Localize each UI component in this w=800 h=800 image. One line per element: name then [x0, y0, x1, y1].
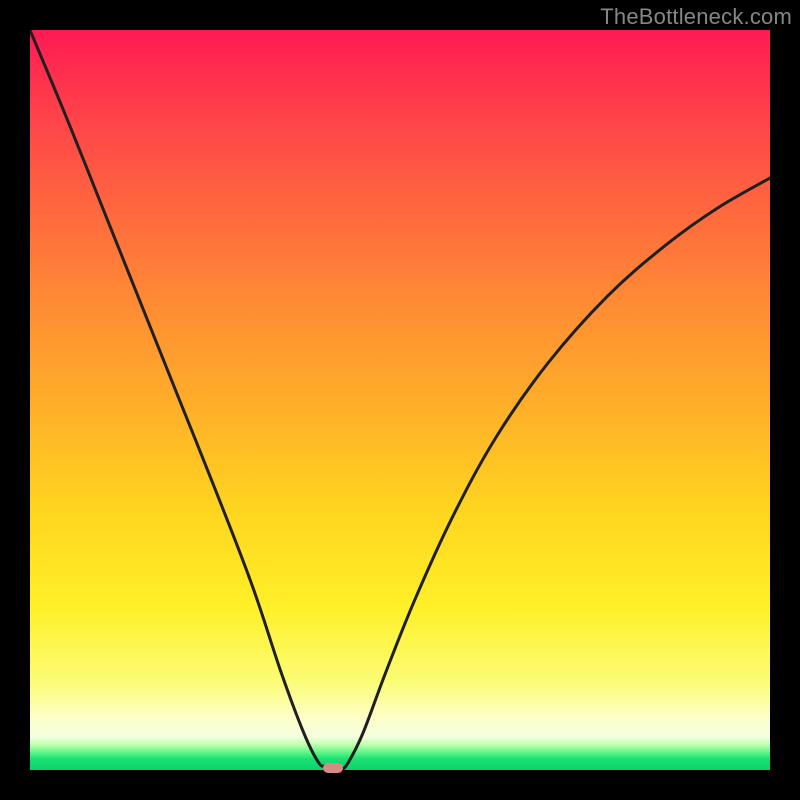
- marker-bump: [323, 763, 343, 773]
- watermark-text: TheBottleneck.com: [600, 4, 792, 30]
- bottleneck-curve: [30, 30, 770, 770]
- plot-area: [30, 30, 770, 770]
- chart-frame: TheBottleneck.com: [0, 0, 800, 800]
